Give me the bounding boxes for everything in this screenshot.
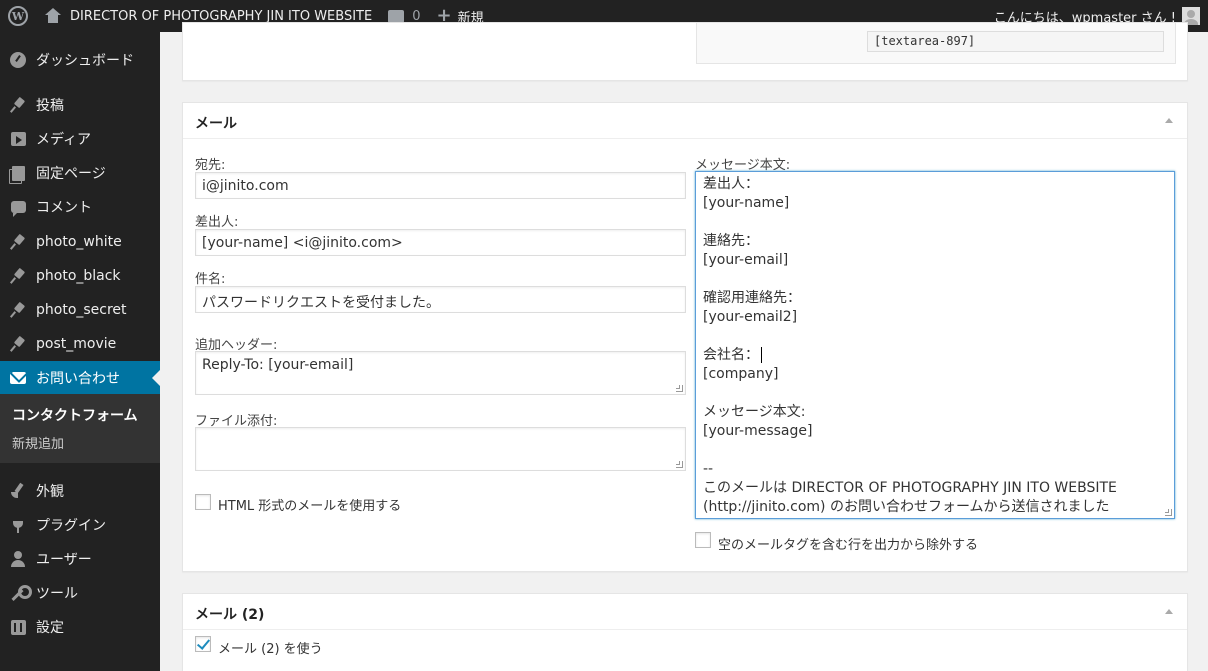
body-line: 会社名： xyxy=(703,347,759,363)
sidebar-item-comments[interactable]: コメント xyxy=(0,190,160,224)
sidebar-item-contact[interactable]: お問い合わせ xyxy=(0,361,160,395)
sidebar-item-label: ダッシュボード xyxy=(36,53,134,69)
body-line: [your-email] xyxy=(703,252,789,268)
sidebar-item-dashboard[interactable]: ダッシュボード xyxy=(0,43,160,77)
sidebar-item-appearance[interactable]: 外観 xyxy=(0,474,160,508)
sidebar-item-post-movie[interactable]: post_movie xyxy=(0,327,160,361)
text-caret xyxy=(761,347,762,363)
headers-textarea[interactable]: Reply-To: [your-email] xyxy=(195,351,686,395)
sidebar-item-label: 投稿 xyxy=(36,98,64,114)
collapse-arrow-icon[interactable] xyxy=(1165,118,1173,123)
sidebar-item-label: photo_black xyxy=(36,268,121,284)
sidebar-item-label: メディア xyxy=(36,132,92,148)
sidebar-item-photo-black[interactable]: photo_black xyxy=(0,259,160,293)
pin-icon xyxy=(11,337,25,351)
sidebar-item-users[interactable]: ユーザー xyxy=(0,542,160,576)
home-icon xyxy=(44,8,62,24)
sidebar-item-label: ツール xyxy=(36,586,78,602)
resize-grip-icon[interactable] xyxy=(676,461,683,468)
sidebar-item-label: コメント xyxy=(36,200,92,216)
mail2-panel: メール (2) xyxy=(182,593,1188,671)
exclude-blank-checkbox[interactable] xyxy=(695,532,711,548)
tag-generator-box: [textarea-897] xyxy=(696,22,1176,64)
form-panel: [textarea-897] xyxy=(182,22,1188,81)
contact-submenu: コンタクトフォーム 新規追加 xyxy=(0,394,160,463)
body-line: このメールは DIRECTOR OF PHOTOGRAPHY JIN ITO W… xyxy=(703,480,1117,496)
sidebar-item-label: 外観 xyxy=(36,484,64,500)
use-mail2-checkbox[interactable] xyxy=(195,636,211,652)
exclude-blank-label: 空のメールタグを含む行を出力から除外する xyxy=(718,538,979,553)
plugin-icon xyxy=(11,517,25,533)
submenu-contact-forms[interactable]: コンタクトフォーム xyxy=(12,405,138,425)
from-field[interactable]: [your-name] <i@jinito.com> xyxy=(195,229,686,256)
submenu-add-new[interactable]: 新規追加 xyxy=(12,433,64,452)
body-line: [company] xyxy=(703,366,779,382)
tag-code[interactable]: [textarea-897] xyxy=(867,31,1164,52)
dashboard-icon xyxy=(10,52,26,68)
body-line: 連絡先： xyxy=(703,233,759,249)
body-line: 確認用連絡先： xyxy=(703,290,801,306)
headers-value: Reply-To: [your-email] xyxy=(202,357,354,373)
mail-panel-title: メール xyxy=(195,116,237,132)
body-line: メッセージ本文: xyxy=(703,404,806,420)
sidebar-item-media[interactable]: メディア xyxy=(0,122,160,156)
use-mail2-label: メール (2) を使う xyxy=(218,642,323,657)
sidebar-item-label: 設定 xyxy=(36,620,64,636)
sidebar-item-plugins[interactable]: プラグイン xyxy=(0,508,160,542)
resize-grip-icon[interactable] xyxy=(1165,509,1172,516)
mail2-panel-header[interactable]: メール (2) xyxy=(183,594,1187,630)
mail-panel-header[interactable]: メール xyxy=(183,103,1187,139)
body-line: (http://jinito.com) のお問い合わせフォームから送信されました xyxy=(703,499,1110,515)
admin-sidebar: ダッシュボード 投稿 メディア 固定ページ コメント photo_white p… xyxy=(0,32,160,671)
comment-bubble-icon xyxy=(388,9,405,27)
sidebar-item-label: photo_white xyxy=(36,234,122,250)
wordpress-logo-icon[interactable]: W xyxy=(0,0,36,32)
collapse-arrow-icon[interactable] xyxy=(1165,609,1173,614)
pin-icon xyxy=(11,269,25,283)
html-format-checkbox[interactable] xyxy=(195,494,211,510)
wrench-icon xyxy=(10,585,32,601)
sidebar-item-label: photo_secret xyxy=(36,302,127,318)
subject-label: 件名: xyxy=(195,272,226,287)
resize-grip-icon[interactable] xyxy=(676,385,683,392)
user-icon xyxy=(11,551,25,567)
body-line: [your-email2] xyxy=(703,309,798,325)
page-icon xyxy=(11,165,25,181)
html-format-label: HTML 形式のメールを使用する xyxy=(218,499,402,514)
to-field[interactable]: i@jinito.com xyxy=(195,172,686,199)
mail2-panel-title: メール (2) xyxy=(195,607,265,623)
attachments-textarea[interactable] xyxy=(195,427,686,471)
sidebar-item-label: ユーザー xyxy=(36,552,92,568)
body-line: -- xyxy=(703,461,714,477)
sidebar-item-label: post_movie xyxy=(36,336,117,352)
sidebar-item-label: 固定ページ xyxy=(36,166,106,182)
body-line-with-caret: 会社名： xyxy=(703,346,762,365)
sidebar-item-photo-white[interactable]: photo_white xyxy=(0,225,160,259)
message-body-textarea[interactable]: 差出人： [your-name] 連絡先： [your-email] 確認用連絡… xyxy=(695,171,1175,519)
pin-icon xyxy=(11,303,25,317)
body-line: [your-message] xyxy=(703,423,813,439)
mail-icon xyxy=(10,372,26,384)
to-label: 宛先: xyxy=(195,158,226,173)
subject-field[interactable]: パスワードリクエストを受付ました。 xyxy=(195,286,686,313)
sidebar-item-label: お問い合わせ xyxy=(36,371,120,387)
sidebar-item-pages[interactable]: 固定ページ xyxy=(0,156,160,190)
pin-icon xyxy=(11,98,25,112)
body-line: [your-name] xyxy=(703,195,790,211)
pin-icon xyxy=(11,235,25,249)
settings-icon xyxy=(10,619,26,635)
sidebar-item-photo-secret[interactable]: photo_secret xyxy=(0,293,160,327)
sidebar-item-settings[interactable]: 設定 xyxy=(0,610,160,644)
from-label: 差出人: xyxy=(195,215,239,230)
brush-icon xyxy=(10,483,26,499)
comment-icon xyxy=(10,201,26,217)
body-line: 差出人： xyxy=(703,176,759,192)
sidebar-item-posts[interactable]: 投稿 xyxy=(0,88,160,122)
media-icon xyxy=(10,132,26,146)
sidebar-item-label: プラグイン xyxy=(36,518,106,534)
sidebar-item-tools[interactable]: ツール xyxy=(0,576,160,610)
